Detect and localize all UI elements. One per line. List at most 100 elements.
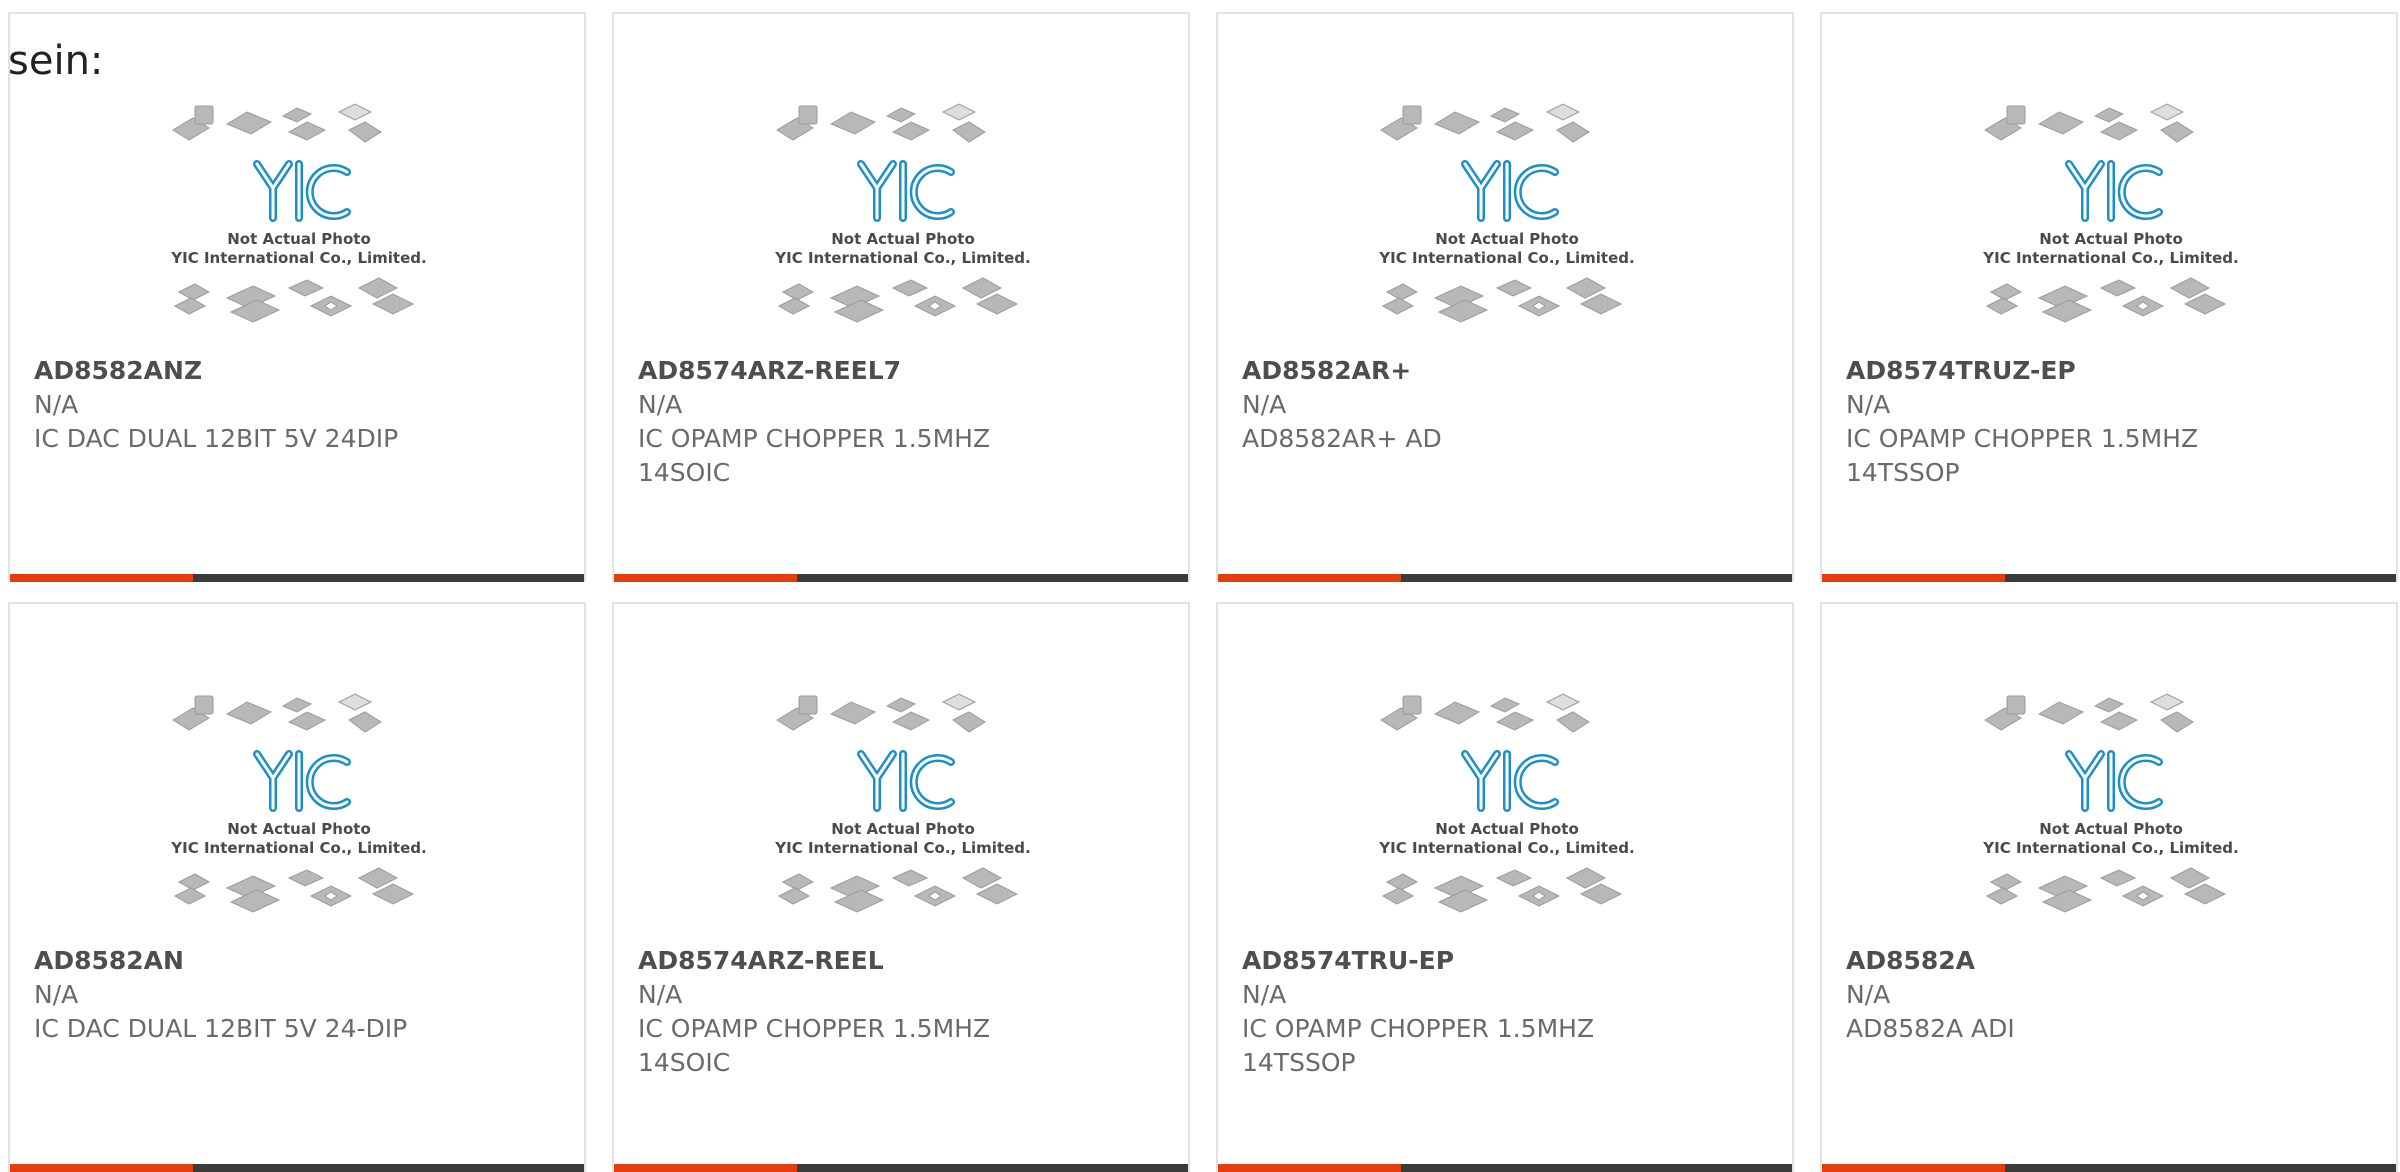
- chip-icons-top: [172, 693, 382, 733]
- svg-text:Not Actual Photo: Not Actual Photo: [2039, 230, 2183, 248]
- svg-text:Not Actual Photo: Not Actual Photo: [2039, 820, 2183, 838]
- manufacturer: N/A: [638, 390, 683, 419]
- yic-logo: [2065, 750, 2163, 812]
- placeholder-image: Not Actual Photo YIC International Co., …: [1378, 693, 1635, 913]
- part-number[interactable]: AD8582A: [1846, 944, 2386, 978]
- card-accent-bar: [10, 1164, 193, 1172]
- yic-logo: [253, 160, 351, 222]
- chip-icons-top: [172, 103, 382, 143]
- part-number[interactable]: AD8582AN: [34, 944, 574, 978]
- manufacturer: N/A: [1846, 980, 1891, 1009]
- svg-text:Not Actual Photo: Not Actual Photo: [1435, 820, 1579, 838]
- yic-logo: [253, 750, 351, 812]
- product-info: AD8574TRUZ-EP N/A IC OPAMP CHOPPER 1.5MH…: [1846, 354, 2386, 490]
- svg-text:YIC International Co., Limited: YIC International Co., Limited.: [774, 839, 1030, 857]
- manufacturer: N/A: [34, 390, 79, 419]
- manufacturer: N/A: [638, 980, 683, 1009]
- chip-icons-top: [776, 693, 986, 733]
- chip-icons-bottom: [777, 277, 1019, 323]
- svg-text:Not Actual Photo: Not Actual Photo: [831, 230, 975, 248]
- chip-icons-bottom: [777, 867, 1019, 913]
- description: IC OPAMP CHOPPER 1.5MHZ 14SOIC: [638, 1014, 991, 1077]
- product-card[interactable]: Not Actual Photo YIC International Co., …: [612, 602, 1190, 1172]
- description: IC DAC DUAL 12BIT 5V 24DIP: [34, 424, 399, 453]
- chip-icons-bottom: [173, 867, 415, 913]
- product-card[interactable]: Not Actual Photo YIC International Co., …: [1820, 12, 2398, 582]
- yic-logo: [857, 750, 955, 812]
- card-accent-bar: [614, 1164, 797, 1172]
- card-bottom-bar: [10, 574, 584, 582]
- placeholder-image: Not Actual Photo YIC International Co., …: [1982, 693, 2239, 913]
- description: IC OPAMP CHOPPER 1.5MHZ 14SOIC: [638, 424, 991, 487]
- svg-text:Not Actual Photo: Not Actual Photo: [227, 820, 371, 838]
- card-bottom-bar: [614, 1164, 1188, 1172]
- card-bottom-bar: [1218, 574, 1792, 582]
- product-info: AD8574ARZ-REEL N/A IC OPAMP CHOPPER 1.5M…: [638, 944, 1178, 1080]
- svg-text:YIC International Co., Limited: YIC International Co., Limited.: [1982, 839, 2238, 857]
- placeholder-image: Not Actual Photo YIC International Co., …: [1982, 103, 2239, 323]
- product-grid: Not Actual Photo YIC International Co., …: [8, 12, 2400, 1172]
- card-accent-bar: [1218, 1164, 1401, 1172]
- card-bottom-bar: [1822, 574, 2396, 582]
- manufacturer: N/A: [1846, 390, 1891, 419]
- description: AD8582AR+ AD: [1242, 424, 1442, 453]
- description: IC OPAMP CHOPPER 1.5MHZ 14TSSOP: [1846, 424, 2199, 487]
- yic-logo: [2065, 160, 2163, 222]
- product-info: AD8582AR+ N/A AD8582AR+ AD: [1242, 354, 1782, 456]
- chip-icons-top: [1984, 103, 2194, 143]
- yic-logo: [1461, 750, 1559, 812]
- card-accent-bar: [1822, 1164, 2005, 1172]
- placeholder-image: Not Actual Photo YIC International Co., …: [1378, 103, 1635, 323]
- chip-icons-bottom: [1985, 277, 2227, 323]
- part-number[interactable]: AD8574ARZ-REEL7: [638, 354, 1178, 388]
- product-card[interactable]: Not Actual Photo YIC International Co., …: [8, 602, 586, 1172]
- svg-text:YIC International Co., Limited: YIC International Co., Limited.: [170, 839, 426, 857]
- chip-icons-bottom: [173, 277, 415, 323]
- product-card[interactable]: Not Actual Photo YIC International Co., …: [8, 12, 586, 582]
- card-bottom-bar: [1218, 1164, 1792, 1172]
- product-card[interactable]: Not Actual Photo YIC International Co., …: [1820, 602, 2398, 1172]
- svg-text:YIC International Co., Limited: YIC International Co., Limited.: [774, 249, 1030, 267]
- product-info: AD8582ANZ N/A IC DAC DUAL 12BIT 5V 24DIP: [34, 354, 574, 456]
- card-bottom-bar: [1822, 1164, 2396, 1172]
- chip-icons-top: [1984, 693, 2194, 733]
- part-number[interactable]: AD8582ANZ: [34, 354, 574, 388]
- product-card[interactable]: Not Actual Photo YIC International Co., …: [612, 12, 1190, 582]
- placeholder-image: Not Actual Photo YIC International Co., …: [774, 693, 1031, 913]
- card-accent-bar: [10, 574, 193, 582]
- chip-icons-bottom: [1985, 867, 2227, 913]
- card-bottom-bar: [10, 1164, 584, 1172]
- chip-icons-bottom: [1381, 867, 1623, 913]
- card-bottom-bar: [614, 574, 1188, 582]
- card-accent-bar: [614, 574, 797, 582]
- part-number[interactable]: AD8574ARZ-REEL: [638, 944, 1178, 978]
- placeholder-image: Not Actual Photo YIC International Co., …: [170, 693, 427, 913]
- manufacturer: N/A: [34, 980, 79, 1009]
- svg-text:YIC International Co., Limited: YIC International Co., Limited.: [1982, 249, 2238, 267]
- product-info: AD8582AN N/A IC DAC DUAL 12BIT 5V 24-DIP: [34, 944, 574, 1046]
- description: IC OPAMP CHOPPER 1.5MHZ 14TSSOP: [1242, 1014, 1595, 1077]
- svg-text:YIC International Co., Limited: YIC International Co., Limited.: [1378, 249, 1634, 267]
- svg-text:YIC International Co., Limited: YIC International Co., Limited.: [1378, 839, 1634, 857]
- chip-icons-top: [776, 103, 986, 143]
- yic-logo: [1461, 160, 1559, 222]
- part-number[interactable]: AD8582AR+: [1242, 354, 1782, 388]
- product-card[interactable]: Not Actual Photo YIC International Co., …: [1216, 602, 1794, 1172]
- placeholder-image: Not Actual Photo YIC International Co., …: [774, 103, 1031, 323]
- product-card[interactable]: Not Actual Photo YIC International Co., …: [1216, 12, 1794, 582]
- description: IC DAC DUAL 12BIT 5V 24-DIP: [34, 1014, 408, 1043]
- card-accent-bar: [1822, 574, 2005, 582]
- part-number[interactable]: AD8574TRU-EP: [1242, 944, 1782, 978]
- yic-logo: [857, 160, 955, 222]
- intro-text: sein:: [8, 38, 104, 84]
- manufacturer: N/A: [1242, 390, 1287, 419]
- card-accent-bar: [1218, 574, 1401, 582]
- manufacturer: N/A: [1242, 980, 1287, 1009]
- svg-text:Not Actual Photo: Not Actual Photo: [227, 230, 371, 248]
- part-number[interactable]: AD8574TRUZ-EP: [1846, 354, 2386, 388]
- svg-text:Not Actual Photo: Not Actual Photo: [831, 820, 975, 838]
- description: AD8582A ADI: [1846, 1014, 2015, 1043]
- product-info: AD8574ARZ-REEL7 N/A IC OPAMP CHOPPER 1.5…: [638, 354, 1178, 490]
- svg-text:Not Actual Photo: Not Actual Photo: [1435, 230, 1579, 248]
- chip-icons-top: [1380, 103, 1590, 143]
